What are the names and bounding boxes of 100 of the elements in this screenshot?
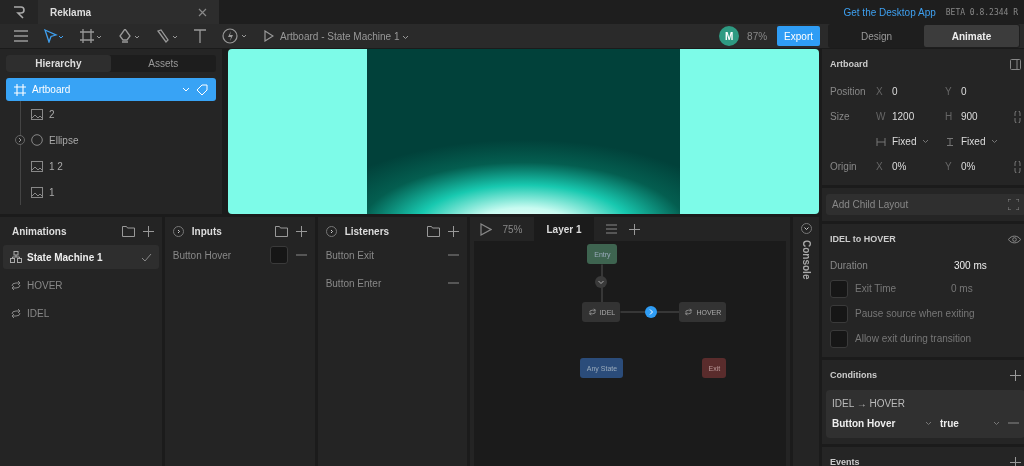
- add-icon[interactable]: [1010, 369, 1021, 381]
- value-dropdown[interactable]: true: [940, 417, 985, 429]
- add-child-layout-button[interactable]: Add Child Layout: [826, 194, 1024, 215]
- document-tab[interactable]: Reklama: [38, 0, 219, 24]
- mode-tab[interactable]: Animate: [924, 25, 1019, 47]
- animation-item[interactable]: HOVER: [3, 273, 159, 297]
- loop-icon: [684, 308, 694, 316]
- caret-icon[interactable]: [402, 34, 410, 40]
- add-icon[interactable]: [1010, 456, 1021, 466]
- animation-item[interactable]: State Machine 1: [3, 245, 159, 269]
- animation-item[interactable]: IDEL: [3, 301, 159, 325]
- tree-item[interactable]: Ellipse: [6, 127, 216, 153]
- collapse-icon[interactable]: [325, 225, 337, 237]
- brush-tool-icon[interactable]: [156, 29, 178, 43]
- eye-icon[interactable]: [1008, 234, 1021, 244]
- add-icon[interactable]: [142, 225, 154, 237]
- input-name[interactable]: Button Hover: [172, 249, 232, 261]
- collapse-icon[interactable]: [172, 225, 184, 237]
- tag-icon[interactable]: [195, 83, 208, 96]
- panel-toggle-icon[interactable]: [1010, 58, 1021, 70]
- add-icon[interactable]: [448, 225, 460, 237]
- artboard-selector[interactable]: Artboard - State Machine 1: [280, 30, 410, 42]
- text-tool-icon[interactable]: [194, 29, 206, 43]
- checkbox[interactable]: [830, 279, 848, 298]
- section-title: Events: [830, 457, 860, 466]
- frame-icon: [14, 83, 26, 96]
- check-icon: [140, 252, 152, 262]
- option-label: Allow exit during transition: [855, 333, 972, 344]
- layer-tab[interactable]: Layer 1: [534, 217, 594, 241]
- property-value[interactable]: 0: [892, 86, 898, 97]
- close-icon[interactable]: [198, 7, 207, 17]
- caret-icon[interactable]: [925, 420, 932, 426]
- folder-icon[interactable]: [427, 225, 441, 237]
- property-value[interactable]: Fixed: [892, 136, 917, 147]
- user-avatar[interactable]: M: [719, 26, 740, 46]
- caret-icon[interactable]: [993, 420, 1000, 426]
- section-title: Conditions: [830, 370, 877, 380]
- property-label: Size: [830, 111, 851, 122]
- pen-tool-icon[interactable]: [118, 29, 140, 43]
- add-icon[interactable]: [628, 223, 640, 235]
- play-icon[interactable]: [264, 30, 274, 42]
- zoom-selector[interactable]: 87%: [747, 30, 768, 42]
- pointer-tool-icon[interactable]: [44, 29, 64, 43]
- mode-tab[interactable]: Design: [829, 25, 924, 47]
- expand-icon[interactable]: [15, 135, 25, 145]
- property-label: Position: [830, 86, 867, 97]
- property-value[interactable]: 0%: [961, 161, 976, 172]
- link-icon[interactable]: [1014, 110, 1021, 123]
- transition-icon[interactable]: [645, 306, 658, 318]
- menu-icon[interactable]: [14, 30, 28, 42]
- boolean-checkbox[interactable]: [269, 246, 288, 264]
- frame-tool-icon[interactable]: [80, 29, 102, 43]
- panel-tab[interactable]: Assets: [110, 55, 216, 72]
- tree-item[interactable]: 2: [6, 101, 216, 127]
- loop-icon: [587, 308, 597, 316]
- image-icon: [31, 108, 43, 120]
- property-label: Origin: [830, 161, 858, 172]
- property-value[interactable]: 0%: [892, 161, 907, 172]
- folder-icon[interactable]: [274, 225, 288, 237]
- expand-icon: [1008, 199, 1019, 210]
- section-title: Artboard: [830, 59, 868, 69]
- lightning-icon[interactable]: [222, 28, 248, 44]
- checkbox[interactable]: [830, 329, 848, 348]
- caret-icon[interactable]: [181, 86, 190, 93]
- collapse-icon[interactable]: [800, 223, 812, 234]
- listener-name[interactable]: Button Enter: [325, 277, 382, 289]
- caret-icon[interactable]: [991, 139, 999, 144]
- console-label[interactable]: Console: [800, 240, 812, 280]
- input-dropdown[interactable]: Button Hover: [832, 417, 917, 429]
- tree-item[interactable]: 1: [6, 179, 216, 205]
- menu-icon[interactable]: [605, 224, 617, 234]
- option-label: Exit Time: [855, 283, 898, 294]
- horizontal-sizing-icon: [876, 137, 886, 146]
- axis-label: X: [876, 161, 884, 172]
- property-value[interactable]: 0: [961, 86, 967, 97]
- panel-title: Listeners: [344, 225, 390, 237]
- loop-icon: [10, 279, 22, 291]
- listener-name[interactable]: Button Exit: [325, 249, 374, 261]
- property-value[interactable]: Fixed: [961, 136, 986, 147]
- folder-icon[interactable]: [121, 225, 135, 237]
- loop-icon: [10, 307, 22, 319]
- panel-tab[interactable]: Hierarchy: [6, 55, 111, 72]
- property-value[interactable]: 1200: [892, 111, 915, 122]
- panel-title: Inputs: [191, 225, 222, 237]
- tree-item[interactable]: 1 2: [6, 153, 216, 179]
- axis-label: W: [876, 111, 886, 122]
- zoom-level[interactable]: 75%: [502, 223, 523, 235]
- play-icon[interactable]: [480, 222, 493, 236]
- add-icon[interactable]: [295, 225, 307, 237]
- property-value[interactable]: 900: [961, 111, 978, 122]
- checkbox[interactable]: [830, 304, 848, 323]
- logo-icon[interactable]: [0, 0, 38, 24]
- option-value[interactable]: 0 ms: [951, 283, 973, 294]
- image-icon: [31, 160, 43, 172]
- desktop-app-link[interactable]: Get the Desktop App: [843, 6, 936, 18]
- link-icon[interactable]: [1014, 160, 1021, 173]
- image-icon: [31, 186, 43, 198]
- caret-icon[interactable]: [922, 139, 930, 144]
- duration-value[interactable]: 300 ms: [954, 259, 987, 271]
- state-machine-icon: [10, 251, 22, 263]
